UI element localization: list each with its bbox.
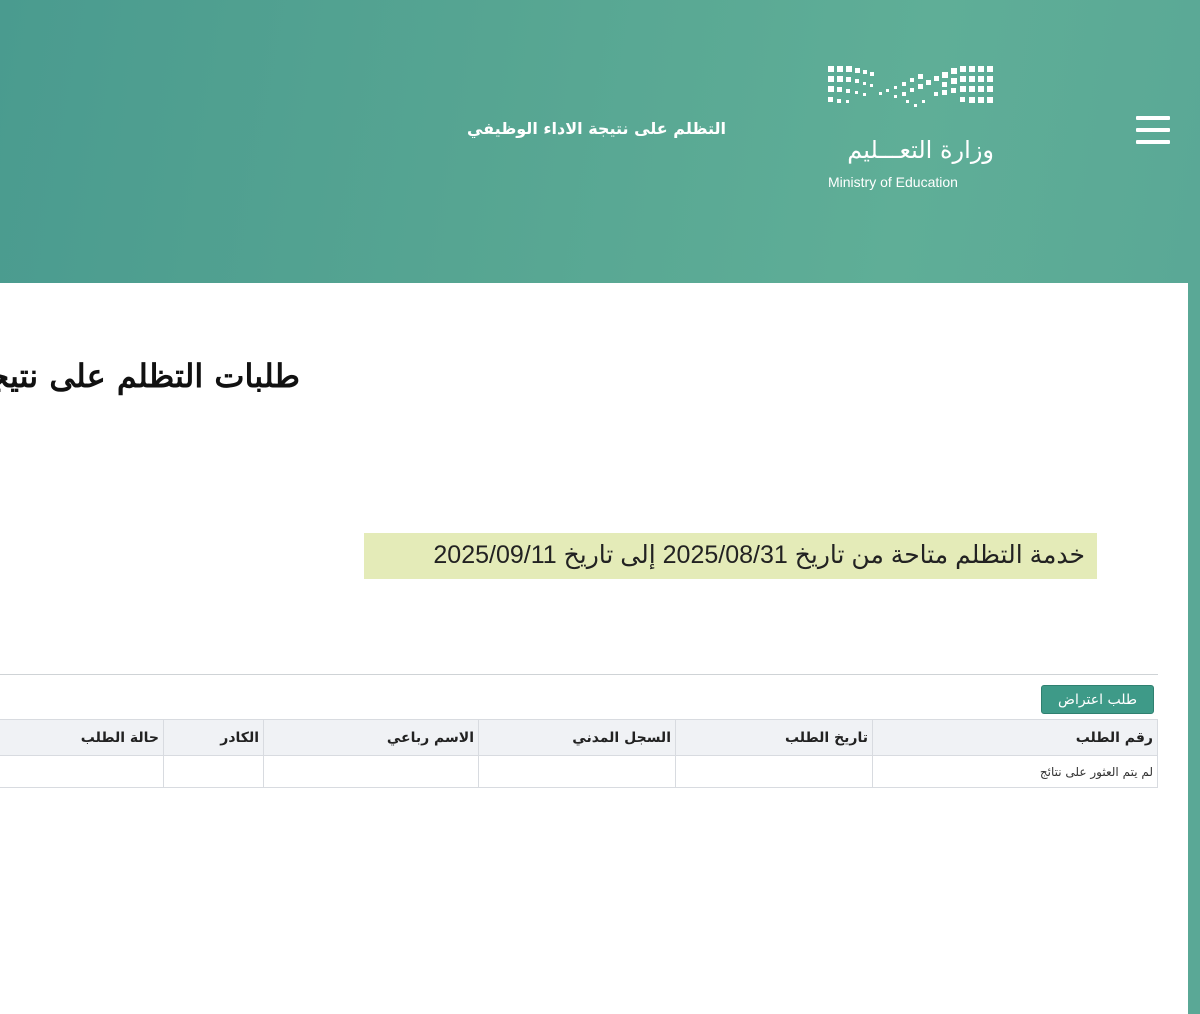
requests-table: رقم الطلب تاريخ الطلب السجل المدني الاسم… — [0, 719, 1158, 788]
table-header-row: رقم الطلب تاريخ الطلب السجل المدني الاسم… — [0, 719, 1158, 756]
logo-arabic-text: وزارة التعـــليم — [847, 136, 994, 164]
empty-results-message: لم يتم العثور على نتائج — [872, 755, 1158, 788]
table-cell — [0, 755, 164, 788]
column-header-request-date[interactable]: تاريخ الطلب — [675, 719, 873, 756]
availability-notice: خدمة التظلم متاحة من تاريخ 2025/08/31 إل… — [364, 533, 1097, 579]
objection-request-button[interactable]: طلب اعتراض — [1041, 685, 1154, 714]
column-header-cadre[interactable]: الكادر — [163, 719, 264, 756]
hamburger-icon — [1136, 116, 1170, 120]
table-row: لم يتم العثور على نتائج — [0, 755, 1158, 788]
table-cell — [478, 755, 676, 788]
site-header: وزارة التعـــليم Ministry of Education ا… — [0, 0, 1200, 283]
page-title-container: طلبات التظلم على نتيجة الاداء الوظيفي — [0, 340, 300, 410]
column-header-civil-record[interactable]: السجل المدني — [478, 719, 676, 756]
table-cell — [263, 755, 479, 788]
column-header-request-status[interactable]: حالة الطلب — [0, 719, 164, 756]
table-cell — [163, 755, 264, 788]
page-title: طلبات التظلم على نتيجة الاداء الوظيفي — [0, 357, 300, 395]
logo-english-text: Ministry of Education — [828, 174, 958, 190]
column-header-request-number[interactable]: رقم الطلب — [872, 719, 1158, 756]
table-cell — [675, 755, 873, 788]
right-edge-strip — [1188, 283, 1200, 1014]
ministry-logo: وزارة التعـــليم Ministry of Education — [822, 62, 1002, 197]
menu-button[interactable] — [1136, 116, 1170, 144]
column-header-full-name[interactable]: الاسم رباعي — [263, 719, 479, 756]
header-title: التظلم على نتيجة الاداء الوظيفي — [466, 119, 726, 138]
logo-dots-icon — [828, 66, 993, 107]
section-divider — [0, 674, 1158, 675]
